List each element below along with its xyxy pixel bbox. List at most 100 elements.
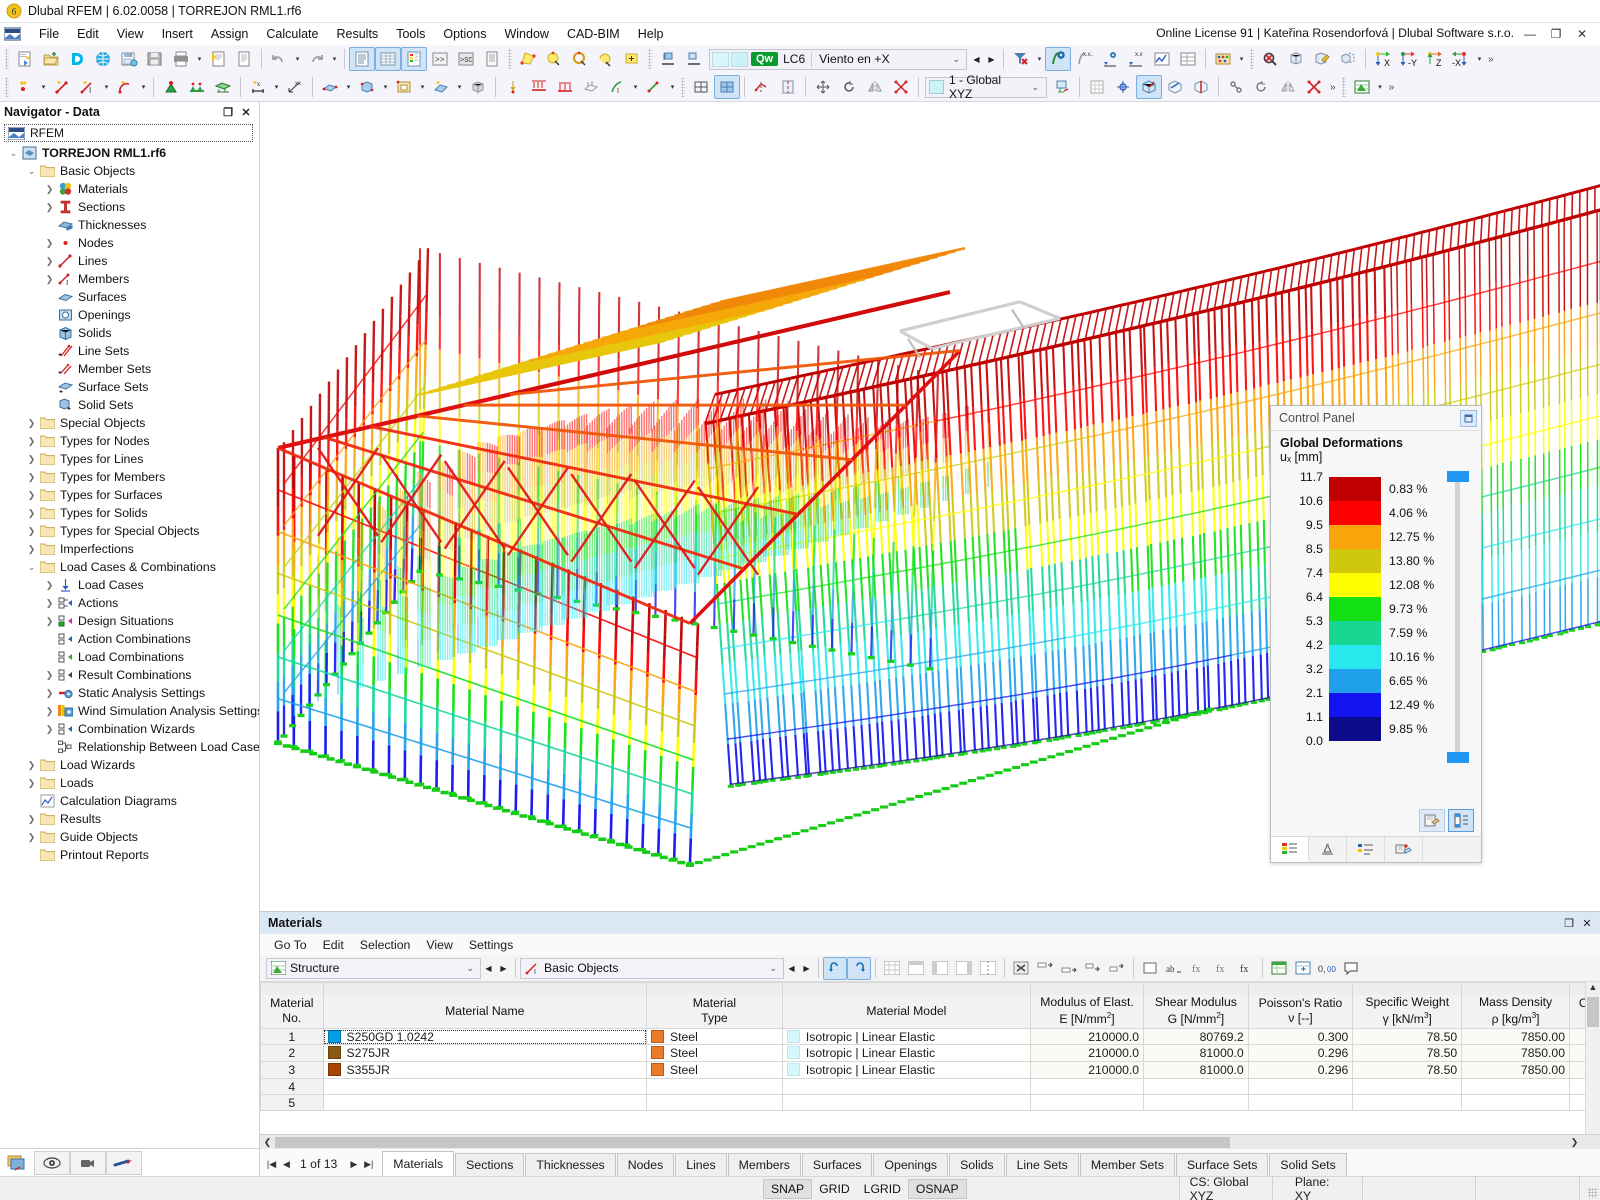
menu-results[interactable]: Results bbox=[328, 25, 388, 43]
tree-item-types-for-nodes[interactable]: ❯Types for Nodes bbox=[0, 432, 259, 450]
redo-button[interactable] bbox=[303, 47, 329, 71]
zoom-reset-button[interactable] bbox=[1257, 47, 1283, 71]
chevron-right-icon[interactable]: ❯ bbox=[42, 688, 57, 699]
view-plane-yz-button[interactable] bbox=[1188, 75, 1214, 99]
tree-item-special-objects[interactable]: ❯Special Objects bbox=[0, 414, 259, 432]
snap-button-osnap[interactable]: OSNAP bbox=[908, 1179, 967, 1199]
cell-material-no[interactable]: 5 bbox=[261, 1095, 324, 1111]
tree-item-nodes[interactable]: ❯Nodes bbox=[0, 234, 259, 252]
freeze-pane-button[interactable] bbox=[976, 957, 1000, 980]
cell-material-model[interactable] bbox=[782, 1095, 1030, 1111]
printout-report-button[interactable] bbox=[205, 47, 231, 71]
horizontal-scroll-thumb[interactable] bbox=[275, 1137, 1230, 1148]
comment-button[interactable] bbox=[1339, 957, 1363, 980]
free-load-button[interactable]: I bbox=[604, 75, 630, 99]
redo-table-button[interactable] bbox=[847, 957, 871, 980]
cell-specific-weight[interactable]: 78.50 bbox=[1353, 1062, 1462, 1079]
tree-item-design-situations[interactable]: ❯Design Situations bbox=[0, 612, 259, 630]
show-hide-objects-2-button[interactable] bbox=[681, 47, 707, 71]
tree-item-materials[interactable]: ❯Materials bbox=[0, 180, 259, 198]
table-tab-thicknesses[interactable]: Thicknesses bbox=[525, 1153, 615, 1176]
section-cut-button[interactable] bbox=[775, 75, 801, 99]
tree-item-solids[interactable]: Solids bbox=[0, 324, 259, 342]
materials-close-button[interactable]: ✕ bbox=[1578, 914, 1596, 932]
table-tab-solid-sets[interactable]: Solid Sets bbox=[1269, 1153, 1346, 1176]
tab-factors[interactable] bbox=[1309, 837, 1347, 862]
coordinate-system-selector[interactable]: 1 - Global XYZ ⌄ bbox=[925, 77, 1047, 98]
menu-window[interactable]: Window bbox=[495, 25, 557, 43]
menu-help[interactable]: Help bbox=[629, 25, 673, 43]
table-tab-surfaces[interactable]: Surfaces bbox=[802, 1153, 873, 1176]
export-excel-button[interactable] bbox=[1267, 957, 1291, 980]
view-plane-xy-button[interactable] bbox=[1162, 75, 1188, 99]
view-minus-x-button[interactable]: -X bbox=[1448, 47, 1474, 71]
select-objects-button[interactable] bbox=[515, 47, 541, 71]
surface-load-button[interactable] bbox=[578, 75, 604, 99]
render-solid-button[interactable] bbox=[714, 75, 740, 99]
tree-item-result-combinations[interactable]: ❯Result Combinations bbox=[0, 666, 259, 684]
select-box-button[interactable] bbox=[619, 47, 645, 71]
new-opening-button[interactable] bbox=[391, 75, 417, 99]
new-arc-caret[interactable]: ▾ bbox=[138, 75, 149, 99]
view-dropdown-caret[interactable]: ▾ bbox=[1474, 47, 1485, 71]
mirror-button[interactable] bbox=[862, 75, 888, 99]
chevron-right-icon[interactable]: ❯ bbox=[24, 778, 39, 789]
chevron-right-icon[interactable]: ❯ bbox=[42, 616, 57, 627]
table-vertical-scrollbar[interactable]: ▲ bbox=[1585, 982, 1600, 1134]
materials-table-wrapper[interactable]: MaterialNo.Material NameMaterialTypeMate… bbox=[260, 982, 1600, 1134]
new-arc-button[interactable] bbox=[112, 75, 138, 99]
cell-modulus-elasticity[interactable] bbox=[1030, 1095, 1143, 1111]
tree-item-thicknesses[interactable]: Thicknesses bbox=[0, 216, 259, 234]
cell-modulus-elasticity[interactable] bbox=[1030, 1079, 1143, 1095]
document-button[interactable] bbox=[231, 47, 257, 71]
load-case-selector[interactable]: Qw LC6 Viento en +X ⌄ bbox=[709, 49, 967, 70]
tree-item-static-analysis-settings[interactable]: ❯Static Analysis Settings bbox=[0, 684, 259, 702]
table-view-caret[interactable]: ▾ bbox=[1375, 75, 1386, 99]
tree-item-wind-simulation-analysis-settings[interactable]: ❯Wind Simulation Analysis Settings bbox=[0, 702, 259, 720]
tree-item-types-for-members[interactable]: ❯Types for Members bbox=[0, 468, 259, 486]
toolbar-grip[interactable] bbox=[648, 49, 652, 69]
column-header[interactable]: Shear ModulusG [N/mm2] bbox=[1144, 995, 1249, 1029]
cell-shear-modulus[interactable]: 80769.2 bbox=[1144, 1029, 1249, 1045]
next-page-button[interactable]: ▶ bbox=[346, 1152, 361, 1176]
toolbar-grip[interactable] bbox=[5, 77, 9, 97]
column-header[interactable]: Material Model bbox=[782, 995, 1030, 1029]
mirror-view-button[interactable] bbox=[1275, 75, 1301, 99]
redo-dropdown-caret[interactable]: ▾ bbox=[329, 47, 340, 71]
dimension-caret[interactable]: ▾ bbox=[271, 75, 282, 99]
result-values-button[interactable]: x.x.x bbox=[1071, 47, 1097, 71]
chevron-down-icon[interactable]: ⌄ bbox=[24, 562, 39, 573]
table-tab-line-sets[interactable]: Line Sets bbox=[1006, 1153, 1079, 1176]
column-header[interactable]: Mass Densityρ [kg/m3] bbox=[1462, 995, 1570, 1029]
chevron-right-icon[interactable]: ❯ bbox=[24, 472, 39, 483]
insert-row-below-button[interactable] bbox=[1057, 957, 1081, 980]
solid-gray-button[interactable] bbox=[465, 75, 491, 99]
new-solid-caret[interactable]: ▾ bbox=[380, 75, 391, 99]
navigator-tree[interactable]: ⌄TORREJON RML1.rf6⌄Basic Objects❯Materia… bbox=[0, 142, 259, 1148]
zoom-all-button[interactable] bbox=[1283, 47, 1309, 71]
tree-item-torrejon-rml1-rf6[interactable]: ⌄TORREJON RML1.rf6 bbox=[0, 144, 259, 162]
formula-button[interactable]: fx bbox=[1186, 957, 1210, 980]
chevron-right-icon[interactable]: ❯ bbox=[42, 670, 57, 681]
table-row[interactable]: 3S355JRSteelIsotropic | Linear Elastic21… bbox=[261, 1062, 1600, 1079]
undo-dropdown-caret[interactable]: ▾ bbox=[292, 47, 303, 71]
tree-item-load-cases[interactable]: ❯Load Cases bbox=[0, 576, 259, 594]
materials-menu-settings[interactable]: Settings bbox=[461, 936, 521, 954]
tree-item-member-sets[interactable]: Member Sets bbox=[0, 360, 259, 378]
chevron-right-icon[interactable]: ❯ bbox=[24, 508, 39, 519]
cell-material-no[interactable]: 3 bbox=[261, 1062, 324, 1079]
cell-shear-modulus[interactable] bbox=[1144, 1079, 1249, 1095]
legend-slider-thumb-max[interactable] bbox=[1447, 471, 1469, 482]
cell-shear-modulus[interactable]: 81000.0 bbox=[1144, 1045, 1249, 1062]
insert-row-above-button[interactable] bbox=[1033, 957, 1057, 980]
cell-material-type[interactable]: Steel bbox=[647, 1062, 783, 1079]
chevron-right-icon[interactable]: ❯ bbox=[24, 418, 39, 429]
chevron-right-icon[interactable]: ❯ bbox=[24, 814, 39, 825]
cell-poissons-ratio[interactable]: 0.300 bbox=[1248, 1029, 1353, 1045]
new-surface-caret[interactable]: ▾ bbox=[343, 75, 354, 99]
cell-mass-density[interactable] bbox=[1462, 1079, 1570, 1095]
tree-item-combination-wizards[interactable]: ❯Combination Wizards bbox=[0, 720, 259, 738]
toolbar-grip[interactable] bbox=[508, 49, 512, 69]
column-header[interactable]: Material Name bbox=[323, 995, 646, 1029]
menu-insert[interactable]: Insert bbox=[153, 25, 202, 43]
